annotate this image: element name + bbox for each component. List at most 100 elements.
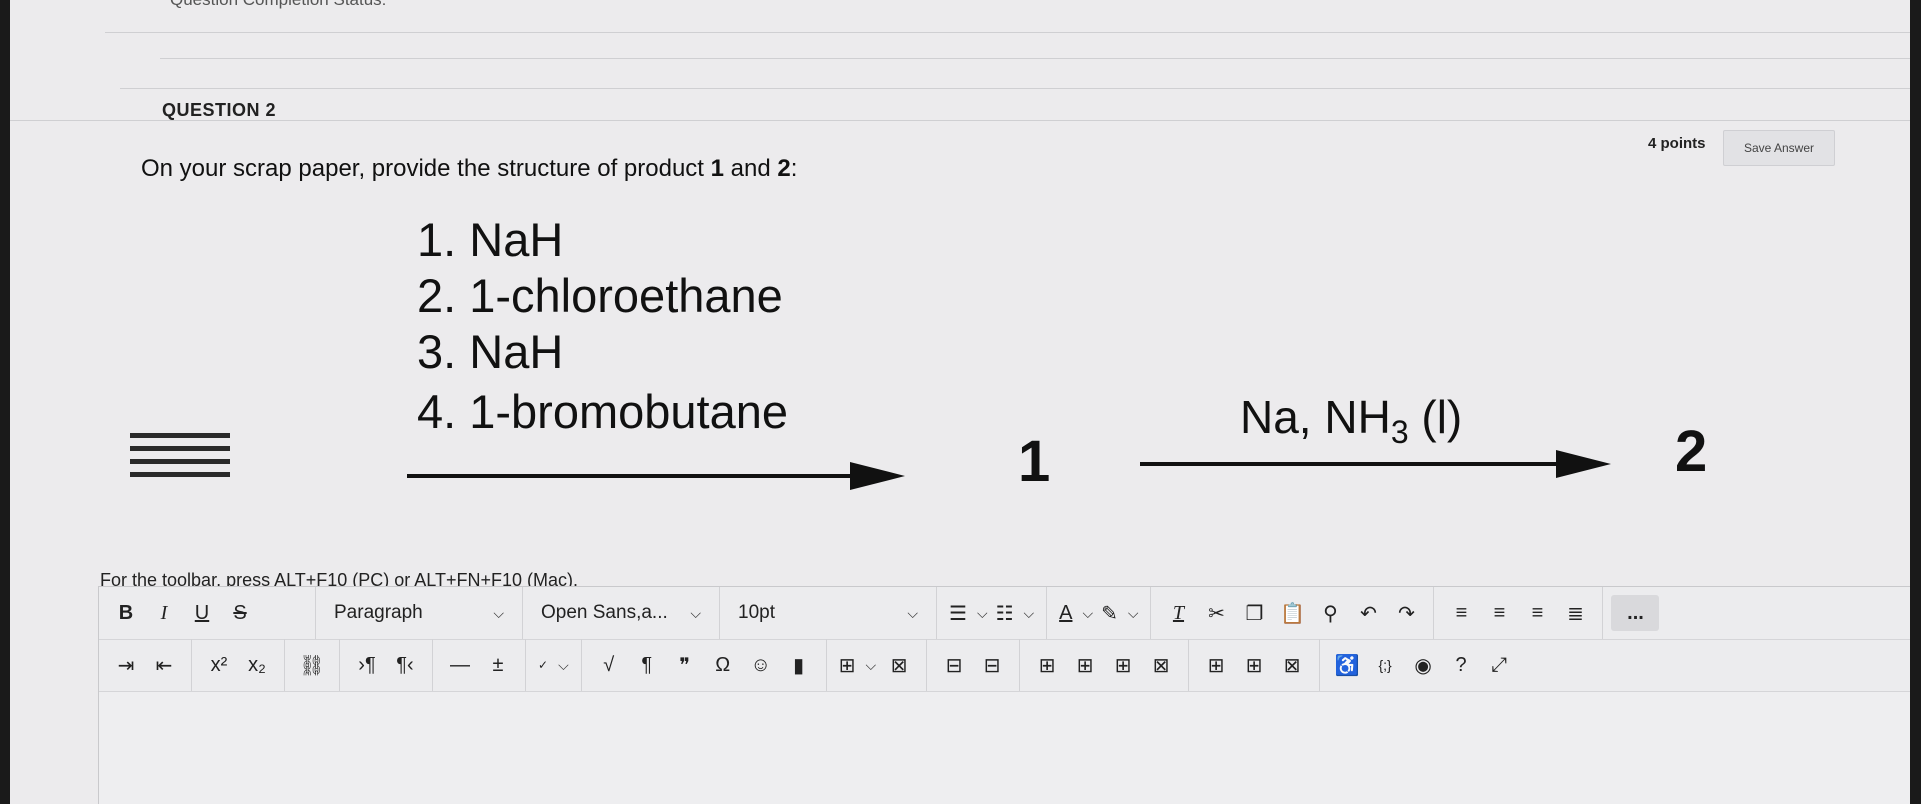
font-select-group: Open Sans,a... ⌵ — [523, 587, 720, 639]
copy-icon[interactable]: ❐ — [1235, 595, 1273, 631]
insert-col-after-icon[interactable]: ⊞ — [1235, 647, 1273, 683]
reaction-arrow-2 — [1140, 462, 1580, 466]
text-color-icon[interactable]: A ⌵ — [1055, 595, 1097, 631]
product-2-label: 2 — [1675, 419, 1708, 484]
superscript-icon[interactable]: x² — [200, 647, 238, 683]
italic-button[interactable]: I — [145, 595, 183, 631]
unlink-icon[interactable]: ⛓ — [293, 647, 331, 683]
table-group: ⊞ ⌵ ⊠ — [827, 639, 928, 691]
chevron-down-icon: ⌵ — [1127, 604, 1139, 621]
indent-icon[interactable]: ⇥ — [107, 647, 145, 683]
strikethrough-button[interactable]: S — [221, 595, 259, 631]
reagent-4: 4. 1-bromobutane — [417, 385, 789, 438]
blockquote-icon[interactable]: ❞ — [666, 647, 704, 683]
accessibility-icon[interactable]: ♿ — [1328, 647, 1366, 683]
row-props-icon[interactable]: ⊟ — [935, 647, 973, 683]
numbered-list-icon[interactable]: ☷ ⌵ — [992, 595, 1039, 631]
link-group: ⛓ — [285, 639, 340, 691]
delete-col-icon[interactable]: ⊠ — [1273, 647, 1311, 683]
product-1-label: 1 — [1018, 429, 1051, 494]
align-center-icon[interactable]: ≡ — [1480, 595, 1518, 631]
align-left-icon[interactable]: ≡ — [1442, 595, 1480, 631]
condition-text: (l) — [1408, 391, 1463, 443]
reaction-arrow-1 — [407, 474, 877, 478]
cell-props-icon[interactable]: ⊟ — [973, 647, 1011, 683]
clear-format-icon[interactable]: T — [1159, 595, 1197, 631]
question-text-part: : — [790, 155, 798, 182]
spellcheck-icon[interactable]: ✓ ⌵ — [534, 647, 573, 683]
table-delete-icon[interactable]: ⊠ — [880, 647, 918, 683]
handle-line — [130, 472, 230, 477]
horizontal-rule-icon[interactable]: — — [441, 647, 479, 683]
redo-icon[interactable]: ↷ — [1387, 595, 1425, 631]
search-icon[interactable]: ⚲ — [1311, 595, 1349, 631]
color-group: A ⌵ ✎ ⌵ — [1047, 587, 1152, 639]
code-icon[interactable]: {;} — [1366, 647, 1404, 683]
question-text-part: On your scrap paper, provide the structu… — [141, 155, 711, 182]
reagent-2: 2. 1-chloroethane — [417, 269, 783, 322]
highlight-icon[interactable]: ✎ ⌵ — [1097, 595, 1142, 631]
emoji-icon[interactable]: ☺ — [742, 647, 780, 683]
indent-group: ⇥ ⇤ — [99, 639, 192, 691]
insert-group: — ± — [433, 639, 526, 691]
bookmark-icon[interactable]: ▮ — [780, 647, 818, 683]
insert-row-before-icon[interactable]: ⊞ — [1028, 647, 1066, 683]
font-size-select[interactable]: 10pt ⌵ — [728, 595, 928, 631]
cut-icon[interactable]: ✂ — [1197, 595, 1235, 631]
chevron-down-icon: ⌵ — [1082, 604, 1094, 621]
table-row-group: ⊟ ⊟ — [927, 639, 1021, 691]
undo-icon[interactable]: ↶ — [1349, 595, 1387, 631]
size-select-value: 10pt — [738, 602, 775, 623]
table-icon[interactable]: ⊞ ⌵ — [835, 647, 880, 683]
chevron-down-icon: ⌵ — [493, 604, 504, 621]
spellcheck-group: ✓ ⌵ — [526, 639, 582, 691]
bold-button[interactable]: B — [107, 595, 145, 631]
subscript-icon[interactable]: x₂ — [238, 647, 276, 683]
rtl-icon[interactable]: ¶‹ — [386, 647, 424, 683]
divider — [105, 32, 1910, 33]
underline-button[interactable]: U — [183, 595, 221, 631]
product-ref-2: 2 — [777, 155, 791, 182]
more-group: ... — [1603, 587, 1667, 639]
ltr-icon[interactable]: ›¶ — [348, 647, 386, 683]
more-button[interactable]: ... — [1611, 595, 1660, 631]
preview-icon[interactable]: ◉ — [1404, 647, 1442, 683]
divider — [120, 88, 1910, 89]
misc-group: ♿ {;} ◉ ? ⤢ — [1320, 639, 1526, 691]
delete-row-icon[interactable]: ⊠ — [1142, 647, 1180, 683]
insert-col-before-icon[interactable]: ⊞ — [1197, 647, 1235, 683]
align-right-icon[interactable]: ≡ — [1518, 595, 1556, 631]
bullet-list-icon[interactable]: ☰ ⌵ — [945, 595, 992, 631]
question-title: QUESTION 2 — [162, 100, 277, 120]
outdent-icon[interactable]: ⇤ — [145, 647, 183, 683]
insert-row-icon[interactable]: ⊞ — [1104, 647, 1142, 683]
omega-icon[interactable]: Ω — [704, 647, 742, 683]
toolbar-row-2: ⇥ ⇤ x² x₂ ⛓ ›¶ ¶‹ — ± ✓ ⌵ √ ¶ ❞ Ω ☺ ▮ ⊞ … — [99, 639, 1910, 692]
reagent-3: 3. NaH — [417, 325, 564, 378]
help-icon[interactable]: ? — [1442, 647, 1480, 683]
condition-text: Na, NH — [1240, 391, 1391, 443]
chevron-down-icon: ⌵ — [690, 604, 701, 621]
editor-content-area[interactable] — [99, 692, 1910, 804]
font-family-select[interactable]: Open Sans,a... ⌵ — [531, 595, 711, 631]
paste-icon[interactable]: 📋 — [1273, 595, 1311, 631]
reaction-condition: Na, NH3 (l) — [1240, 390, 1462, 451]
save-answer-button[interactable]: Save Answer — [1723, 130, 1835, 166]
format-select-value: Paragraph — [334, 602, 423, 623]
insert-row-after-icon[interactable]: ⊞ — [1066, 647, 1104, 683]
align-justify-icon[interactable]: ≣ — [1556, 595, 1594, 631]
table-insert-group: ⊞ ⊞ ⊞ ⊠ — [1020, 639, 1190, 691]
chevron-down-icon: ⌵ — [1023, 604, 1035, 621]
divider — [10, 120, 1910, 121]
answer-editor: B I U S Paragraph ⌵ Open Sans,a... ⌵ 10pt ⌵ — [98, 586, 1910, 804]
table-col-group: ⊞ ⊞ ⊠ — [1189, 639, 1321, 691]
paragraph-mark-icon[interactable]: ¶ — [628, 647, 666, 683]
condition-subscript: 3 — [1390, 414, 1409, 451]
format-select[interactable]: Paragraph ⌵ — [324, 595, 514, 631]
fullscreen-icon[interactable]: ⤢ — [1480, 647, 1518, 683]
chevron-down-icon: ⌵ — [976, 604, 988, 621]
chevron-down-icon: ⌵ — [907, 604, 918, 621]
plus-minus-icon[interactable]: ± — [479, 647, 517, 683]
toolbar-row-1: B I U S Paragraph ⌵ Open Sans,a... ⌵ 10pt ⌵ — [99, 587, 1910, 640]
math-icon[interactable]: √ — [590, 647, 628, 683]
